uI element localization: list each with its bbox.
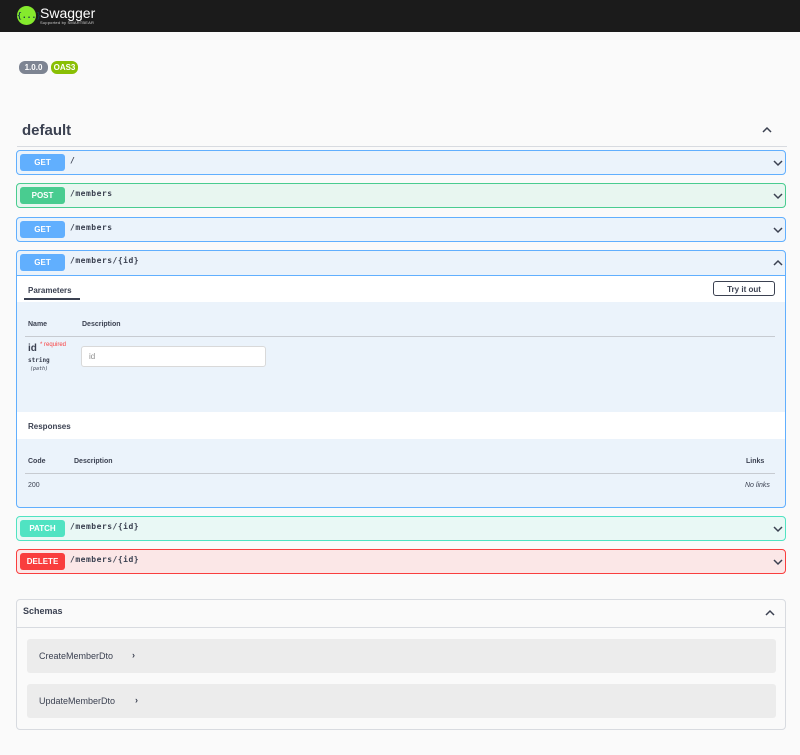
response-code: 200 [28,482,40,489]
method-badge: POST [20,187,65,204]
schema-model-create-member-dto[interactable]: CreateMemberDto › [27,639,776,673]
schemas-title[interactable]: Schemas [23,606,63,616]
param-col-name: Name [28,321,48,328]
operation-get-member-by-id: GET /members/{id} Parameters Try it out … [16,250,786,508]
try-it-out-button[interactable]: Try it out [713,281,775,296]
operation-path: /members/{id} [70,522,140,531]
operation-summary[interactable]: GET /members/{id} [17,251,785,274]
tag-title[interactable]: default [22,122,71,139]
chevron-down-icon[interactable] [773,158,783,168]
param-name: id [28,343,37,354]
chevron-right-icon[interactable]: › [132,650,135,660]
chevron-up-icon[interactable] [762,125,772,135]
method-badge: GET [20,154,65,171]
oas-badge: OAS3 [51,61,78,74]
param-col-description: Description [82,321,121,328]
chevron-down-icon[interactable] [773,524,783,534]
schemas-divider [17,627,785,628]
operation-patch-member[interactable]: PATCH /members/{id} [16,516,786,541]
operation-path: /members/{id} [70,555,140,564]
version-badge: 1.0.0 [19,61,48,74]
method-badge: DELETE [20,553,65,570]
chevron-down-icon[interactable] [773,191,783,201]
operation-path: /members/{id} [70,256,140,265]
response-links: No links [745,482,770,489]
resp-col-links: Links [746,458,765,465]
method-badge: GET [20,221,65,238]
param-type: string [28,357,50,364]
operation-post-members[interactable]: POST /members [16,183,786,208]
chevron-up-icon[interactable] [765,608,775,618]
param-header-divider [25,336,775,337]
model-name: UpdateMemberDto [39,696,116,706]
param-required: * required [40,342,67,348]
chevron-down-icon[interactable] [773,225,783,235]
topbar: {...} Swagger Supported by SMARTBEAR [0,0,800,32]
operation-get-members[interactable]: GET /members [16,217,786,242]
method-badge: GET [20,254,65,271]
model-name: CreateMemberDto [39,651,114,661]
resp-header-divider [25,473,775,474]
operation-delete-member[interactable]: DELETE /members/{id} [16,549,786,574]
resp-col-description: Description [74,458,113,465]
responses-header: Responses [17,412,785,439]
operation-path: / [70,156,76,165]
operation-get-root[interactable]: GET / [16,150,786,175]
responses-title: Responses [28,422,71,431]
chevron-right-icon[interactable]: › [135,695,138,705]
method-badge: PATCH [20,520,65,537]
id-input[interactable]: id [81,346,266,367]
chevron-down-icon[interactable] [773,557,783,567]
tag-divider [17,146,787,147]
brand-subtitle: Supported by SMARTBEAR [40,20,95,25]
operation-path: /members [70,189,113,198]
tab-underline [24,298,80,300]
param-location: (path) [30,366,49,372]
swagger-logo-icon[interactable]: {...} [17,6,41,25]
resp-col-code: Code [28,458,46,465]
brand-name[interactable]: Swagger [40,6,95,20]
tab-parameters[interactable]: Parameters [28,286,72,295]
parameters-header: Parameters Try it out [17,276,785,302]
chevron-up-icon[interactable] [773,258,783,268]
schemas-section: Schemas CreateMemberDto › UpdateMemberDt… [16,599,786,730]
schema-model-update-member-dto[interactable]: UpdateMemberDto › [27,684,776,718]
operation-path: /members [70,223,113,232]
